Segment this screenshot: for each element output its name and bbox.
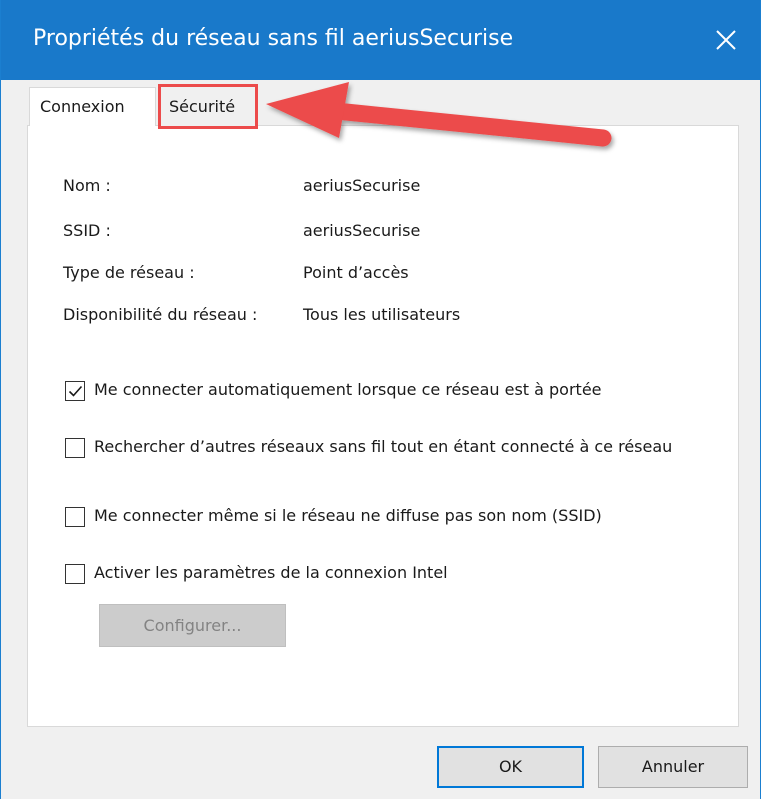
search-other-networks-checkbox[interactable]: [65, 438, 85, 458]
ok-button[interactable]: OK: [437, 746, 584, 788]
ssid-value: aeriusSecurise: [303, 221, 421, 240]
close-button[interactable]: [692, 0, 760, 80]
hidden-ssid-checkbox[interactable]: [65, 507, 85, 527]
tab-connexion-label: Connexion: [40, 97, 125, 116]
search-other-networks-label: Rechercher d’autres réseaux sans fil tou…: [94, 437, 673, 456]
search-other-networks-option[interactable]: Rechercher d’autres réseaux sans fil tou…: [65, 437, 694, 458]
window-title: Propriétés du réseau sans fil aeriusSecu…: [33, 26, 514, 51]
auto-connect-option[interactable]: Me connecter automatiquement lorsque ce …: [65, 380, 602, 401]
network-type-value: Point d’accès: [303, 263, 409, 282]
ok-button-label: OK: [498, 757, 523, 776]
availability-value: Tous les utilisateurs: [303, 305, 461, 324]
intel-settings-checkbox[interactable]: [65, 564, 85, 584]
availability-label: Disponibilité du réseau :: [63, 305, 258, 324]
title-bar: Propriétés du réseau sans fil aeriusSecu…: [1, 0, 760, 80]
checkmark-icon: [68, 385, 82, 397]
cancel-button[interactable]: Annuler: [598, 746, 748, 788]
name-value: aeriusSecurise: [303, 176, 421, 195]
cancel-button-label: Annuler: [641, 757, 705, 776]
auto-connect-checkbox[interactable]: [65, 381, 85, 401]
tab-securite[interactable]: Sécurité: [158, 84, 258, 129]
tab-securite-label: Sécurité: [169, 97, 236, 116]
hidden-ssid-label: Me connecter même si le réseau ne diffus…: [94, 506, 602, 525]
name-label: Nom :: [63, 176, 111, 195]
tab-connexion[interactable]: Connexion: [29, 87, 156, 126]
configure-button[interactable]: Configurer...: [99, 604, 286, 647]
network-type-label: Type de réseau :: [63, 263, 195, 282]
intel-settings-option[interactable]: Activer les paramètres de la connexion I…: [65, 563, 448, 584]
ssid-label: SSID :: [63, 221, 111, 240]
configure-button-label: Configurer...: [143, 615, 242, 635]
dialog-window: Propriétés du réseau sans fil aeriusSecu…: [0, 0, 761, 799]
hidden-ssid-option[interactable]: Me connecter même si le réseau ne diffus…: [65, 506, 602, 527]
intel-settings-label: Activer les paramètres de la connexion I…: [94, 563, 448, 582]
close-icon: [716, 30, 736, 50]
auto-connect-label: Me connecter automatiquement lorsque ce …: [94, 380, 602, 399]
